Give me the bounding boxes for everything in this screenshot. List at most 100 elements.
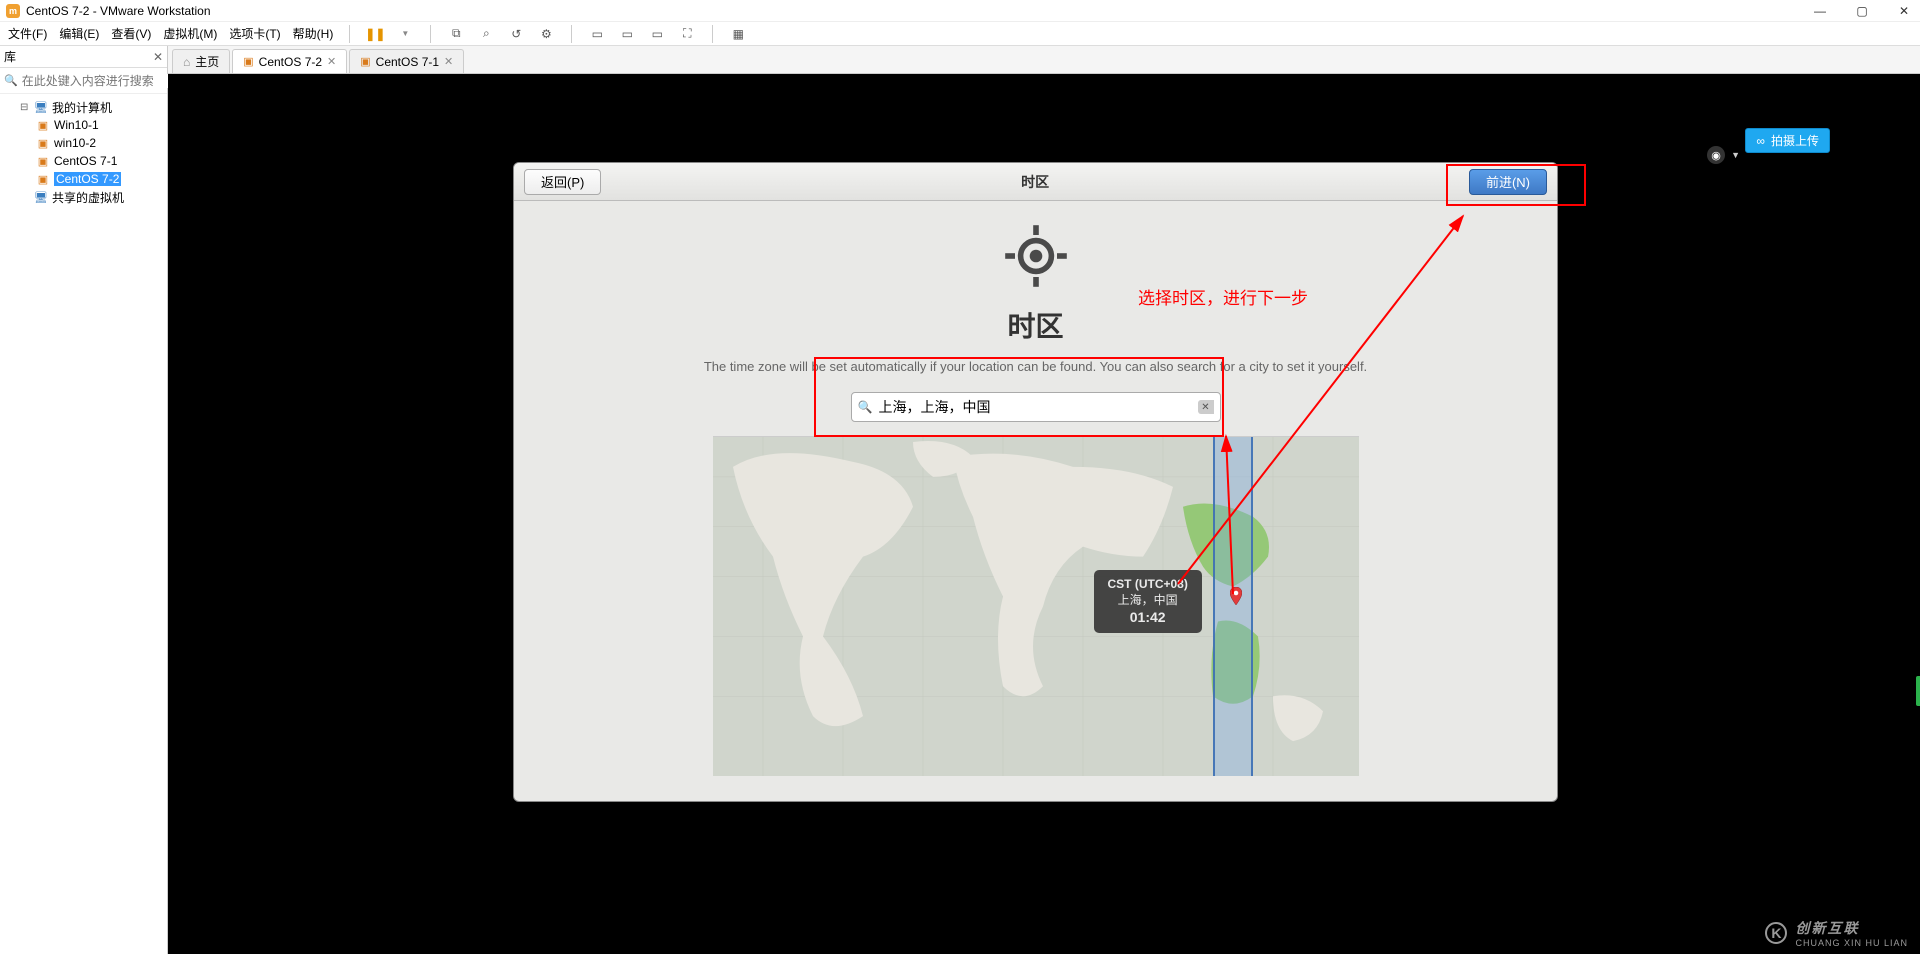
tab-close-icon[interactable]: ✕: [327, 55, 336, 68]
world-map[interactable]: CST (UTC+08) 上海，中国 01:42: [713, 436, 1359, 776]
tab-home[interactable]: ⌂ 主页: [172, 49, 230, 73]
minimize-button[interactable]: —: [1810, 4, 1830, 18]
accessibility-icon[interactable]: ◉: [1707, 146, 1725, 164]
menu-vm[interactable]: 虚拟机(M): [163, 25, 217, 42]
settings-icon[interactable]: ⚙: [537, 25, 555, 43]
forward-button[interactable]: 前进(N): [1469, 169, 1547, 195]
window-titlebar: m CentOS 7-2 - VMware Workstation — ▢ ✕: [0, 0, 1920, 22]
toolbar-separator: [349, 25, 350, 43]
menu-view[interactable]: 查看(V): [111, 25, 151, 42]
gnome-status-area[interactable]: ◉ ▼: [1707, 146, 1740, 164]
tooltip-time: 01:42: [1108, 608, 1188, 627]
tree-label: CentOS 7-1: [54, 154, 117, 168]
installer-header: 返回(P) 时区 前进(N): [514, 163, 1557, 201]
back-label: 返回(P): [541, 172, 584, 191]
tree-vm-centos72[interactable]: ▣ CentOS 7-2: [2, 170, 165, 188]
tooltip-location: 上海，中国: [1108, 592, 1188, 608]
timezone-tooltip: CST (UTC+08) 上海，中国 01:42: [1094, 570, 1202, 633]
close-button[interactable]: ✕: [1894, 4, 1914, 18]
tab-label: CentOS 7-2: [259, 55, 322, 69]
main-area: 库 ✕ 🔍 ▼ ⊟ 🖥 我的计算机 ▣ Win10-1 ▣ win10-2 ▣: [0, 46, 1920, 954]
tree-vm-win10-1[interactable]: ▣ Win10-1: [2, 116, 165, 134]
vmware-app-icon: m: [6, 4, 20, 18]
snapshot-manager-icon[interactable]: ⌕: [477, 25, 495, 43]
search-icon: 🔍: [4, 74, 18, 87]
installer-title: 时区: [1021, 172, 1049, 192]
library-sidebar: 库 ✕ 🔍 ▼ ⊟ 🖥 我的计算机 ▣ Win10-1 ▣ win10-2 ▣: [0, 46, 168, 954]
shared-icon: 🖥: [34, 190, 48, 204]
maximize-button[interactable]: ▢: [1852, 4, 1872, 18]
sidebar-header: 库 ✕: [0, 46, 167, 68]
menu-bar: 文件(F) 编辑(E) 查看(V) 虚拟机(M) 选项卡(T) 帮助(H) ❚❚…: [0, 22, 1920, 46]
tab-bar: ⌂ 主页 ▣ CentOS 7-2 ✕ ▣ CentOS 7-1 ✕: [168, 46, 1920, 74]
window-title: CentOS 7-2 - VMware Workstation: [26, 4, 211, 18]
selected-timezone-band: [1213, 437, 1253, 776]
vm-icon: ▣: [36, 172, 50, 186]
snapshot-icon[interactable]: ⧉: [447, 25, 465, 43]
cloud-icon: ∞: [1756, 134, 1765, 148]
unity-icon[interactable]: ▭: [618, 25, 636, 43]
tree-label: Win10-1: [54, 118, 99, 132]
sidebar-search-input[interactable]: [22, 74, 177, 88]
gnome-initial-setup-window: 返回(P) 时区 前进(N) 时区 The time zone will be …: [513, 162, 1558, 802]
menu-tabs[interactable]: 选项卡(T): [229, 25, 280, 42]
timezone-search-field[interactable]: 🔍 ✕: [851, 392, 1221, 422]
timezone-target-icon: [1001, 221, 1071, 291]
dropdown-icon[interactable]: ▼: [396, 25, 414, 43]
tree-label: 共享的虚拟机: [52, 189, 124, 206]
vm-icon: ▣: [243, 55, 253, 68]
vm-viewport[interactable]: ∞ 拍摄上传 ◉ ▼ 返回(P) 时区 前进(N) 时区: [168, 74, 1920, 954]
menu-edit[interactable]: 编辑(E): [59, 25, 99, 42]
vm-icon: ▣: [36, 154, 50, 168]
watermark: K 创新互联 CHUANG XIN HU LIAN: [1765, 918, 1908, 948]
vm-icon: ▣: [36, 136, 50, 150]
timezone-search-input[interactable]: [878, 399, 1191, 415]
upload-screenshot-button[interactable]: ∞ 拍摄上传: [1745, 128, 1830, 153]
tree-shared-vms[interactable]: 🖥 共享的虚拟机: [2, 188, 165, 206]
watermark-brand: 创新互联: [1795, 920, 1859, 936]
tab-close-icon[interactable]: ✕: [444, 55, 453, 68]
section-hint: The time zone will be set automatically …: [704, 359, 1367, 374]
annotation-text: 选择时区，进行下一步: [1138, 284, 1308, 309]
tree-label: win10-2: [54, 136, 96, 150]
menu-file[interactable]: 文件(F): [8, 25, 47, 42]
search-icon: 🔍: [858, 400, 873, 414]
toolbar-separator: [571, 25, 572, 43]
tooltip-tz-name: CST (UTC+08): [1108, 576, 1188, 592]
tree-vm-win10-2[interactable]: ▣ win10-2: [2, 134, 165, 152]
section-heading: 时区: [1007, 305, 1063, 345]
tree-my-computer[interactable]: ⊟ 🖥 我的计算机: [2, 98, 165, 116]
toolbar-separator: [430, 25, 431, 43]
tab-centos71[interactable]: ▣ CentOS 7-1 ✕: [349, 49, 464, 73]
tree-label: 我的计算机: [52, 99, 112, 116]
vm-edge-indicator: [1916, 676, 1920, 706]
stretch-icon[interactable]: ⛶: [678, 25, 696, 43]
pause-vm-icon[interactable]: ❚❚: [366, 25, 384, 43]
expand-icon[interactable]: ⊟: [20, 102, 30, 113]
back-button[interactable]: 返回(P): [524, 169, 601, 195]
location-marker-icon: [1230, 587, 1242, 605]
watermark-sub: CHUANG XIN HU LIAN: [1795, 938, 1908, 948]
vm-icon: ▣: [36, 118, 50, 132]
tree-vm-centos71[interactable]: ▣ CentOS 7-1: [2, 152, 165, 170]
toolbar-separator: [712, 25, 713, 43]
fullscreen-icon[interactable]: ▭: [588, 25, 606, 43]
tree-label: CentOS 7-2: [54, 172, 121, 186]
watermark-logo-icon: K: [1765, 922, 1787, 944]
vm-tree: ⊟ 🖥 我的计算机 ▣ Win10-1 ▣ win10-2 ▣ CentOS 7…: [0, 94, 167, 210]
library-toggle-icon[interactable]: ▦: [729, 25, 747, 43]
installer-body: 时区 The time zone will be set automatical…: [514, 201, 1557, 801]
tab-label: 主页: [195, 53, 219, 70]
content-area: ⌂ 主页 ▣ CentOS 7-2 ✕ ▣ CentOS 7-1 ✕ ∞ 拍摄上…: [168, 46, 1920, 954]
clear-input-icon[interactable]: ✕: [1198, 400, 1214, 414]
tab-label: CentOS 7-1: [376, 55, 439, 69]
revert-icon[interactable]: ↺: [507, 25, 525, 43]
sidebar-search[interactable]: 🔍 ▼: [0, 68, 167, 94]
sidebar-close-icon[interactable]: ✕: [153, 50, 163, 64]
computer-icon: 🖥: [34, 100, 48, 114]
tab-centos72[interactable]: ▣ CentOS 7-2 ✕: [232, 49, 347, 73]
console-view-icon[interactable]: ▭: [648, 25, 666, 43]
forward-label: 前进(N): [1486, 172, 1530, 191]
window-controls: — ▢ ✕: [1810, 4, 1914, 18]
menu-help[interactable]: 帮助(H): [293, 25, 334, 42]
